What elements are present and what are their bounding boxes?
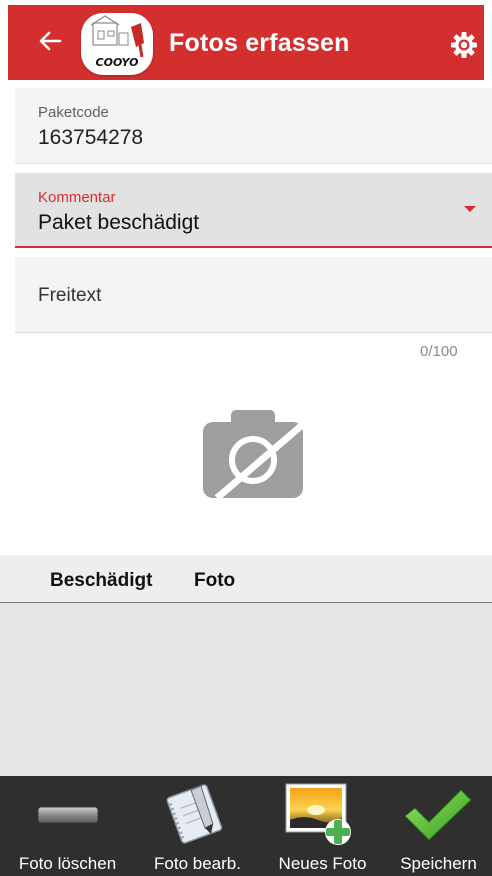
edit-photo-button[interactable]: Foto bearb.	[135, 776, 260, 876]
table-header: Beschädigt Foto	[0, 555, 492, 603]
column-header-beschaedigt[interactable]: Beschädigt	[50, 570, 152, 592]
app-logo: COOYO	[81, 13, 153, 75]
page-title: Fotos erfassen	[169, 29, 350, 57]
arrow-left-icon[interactable]	[34, 25, 66, 57]
new-photo-label: Neues Foto	[278, 854, 367, 873]
add-photo-icon	[285, 783, 351, 845]
new-photo-button[interactable]: Neues Foto	[260, 776, 385, 876]
no-photo-icon[interactable]	[203, 410, 303, 498]
caret-down-icon	[464, 206, 476, 212]
freitext-placeholder: Freitext	[38, 285, 102, 306]
paketcode-field: Paketcode 163754278	[15, 88, 492, 164]
notebook-pencil-icon	[166, 784, 223, 844]
gear-icon[interactable]	[449, 30, 479, 60]
delete-photo-label: Foto löschen	[18, 854, 117, 873]
minus-icon	[37, 806, 99, 824]
freitext-counter: 0/100	[420, 343, 458, 360]
save-label: Speichern	[400, 854, 477, 873]
kommentar-dropdown[interactable]: Kommentar Paket beschädigt	[15, 173, 492, 248]
table-body	[0, 603, 492, 776]
delete-photo-button[interactable]: Foto löschen	[0, 776, 135, 876]
logo-text: COOYO	[96, 56, 139, 69]
freitext-input[interactable]: Freitext	[15, 257, 492, 333]
edit-photo-label: Foto bearb.	[154, 854, 241, 873]
column-header-foto[interactable]: Foto	[194, 570, 235, 592]
paketcode-label: Paketcode	[38, 104, 109, 121]
bottom-action-bar: Foto löschen Foto bearb. Neues Foto Spei…	[0, 776, 492, 876]
kommentar-label: Kommentar	[38, 189, 116, 206]
save-button[interactable]: Speichern	[385, 776, 492, 876]
checkmark-icon	[404, 789, 472, 841]
paketcode-value: 163754278	[38, 126, 144, 149]
kommentar-value: Paket beschädigt	[38, 211, 200, 234]
app-bar: COOYO Fotos erfassen	[8, 5, 484, 80]
